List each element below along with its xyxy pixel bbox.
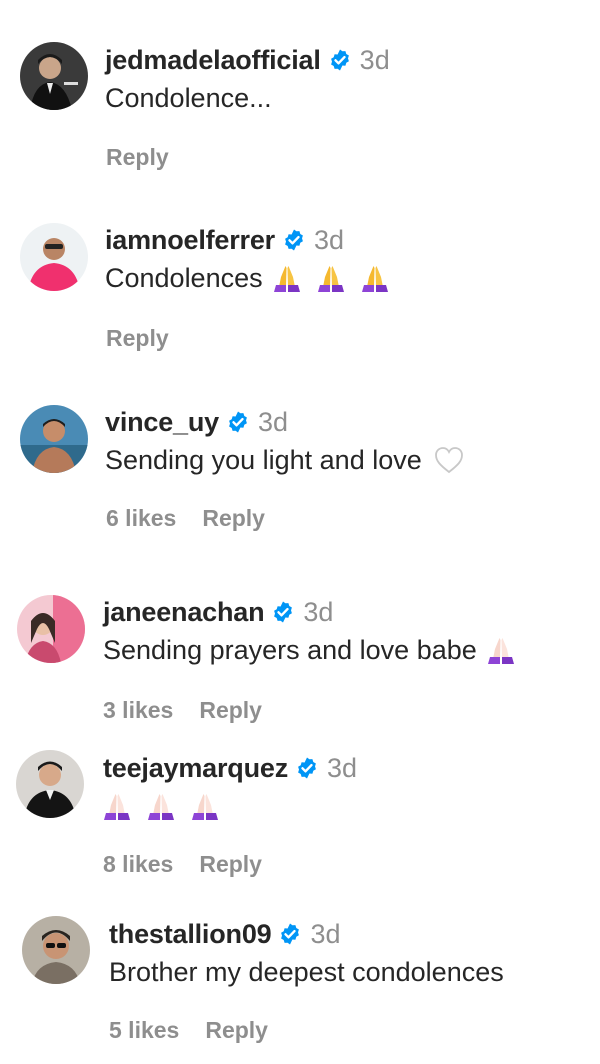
comment-text: Brother my deepest condolences xyxy=(109,956,504,987)
likes-count[interactable]: 3 likes xyxy=(103,697,173,724)
avatar[interactable] xyxy=(22,916,90,984)
comment-item: teejaymarquez 3d 8 likes Reply xyxy=(0,730,600,900)
timestamp: 3d xyxy=(359,44,390,75)
white-heart-icon xyxy=(434,446,464,474)
username[interactable]: vince_uy xyxy=(105,407,219,438)
likes-count[interactable]: 6 likes xyxy=(106,505,176,532)
reply-button[interactable]: Reply xyxy=(202,505,265,532)
verified-badge-icon xyxy=(278,922,302,946)
comment-item: jedmadelaofficial 3d Condolence... Reply xyxy=(0,0,600,180)
timestamp: 3d xyxy=(257,406,289,437)
username[interactable]: iamnoelferrer xyxy=(105,225,275,256)
verified-badge-icon xyxy=(271,600,295,624)
emoji-group xyxy=(273,263,389,293)
timestamp: 3d xyxy=(303,596,334,627)
username[interactable]: teejaymarquez xyxy=(103,753,288,784)
folded-hands-icon xyxy=(361,263,389,293)
username[interactable]: jedmadelaofficial xyxy=(105,45,321,76)
comment-item: iamnoelferrer 3d Condolences Reply xyxy=(0,180,600,360)
comment-text: Condolence... xyxy=(105,82,272,113)
username[interactable]: janeenachan xyxy=(103,597,265,628)
verified-badge-icon xyxy=(226,410,250,434)
reply-button[interactable]: Reply xyxy=(106,325,169,352)
timestamp: 3d xyxy=(313,224,345,255)
comment-text: Sending prayers and love babe xyxy=(103,634,477,665)
verified-badge-icon xyxy=(295,756,319,780)
timestamp: 3d xyxy=(310,918,341,949)
verified-badge-icon xyxy=(282,228,306,252)
avatar[interactable] xyxy=(20,223,88,291)
reply-button[interactable]: Reply xyxy=(205,1017,268,1044)
emoji-group xyxy=(103,791,219,821)
avatar[interactable] xyxy=(20,42,88,110)
reply-button[interactable]: Reply xyxy=(199,851,262,878)
reply-button[interactable]: Reply xyxy=(106,144,169,171)
folded-hands-icon xyxy=(191,791,219,821)
avatar[interactable] xyxy=(17,595,85,663)
comment-item: janeenachan 3d Sending prayers and love … xyxy=(0,550,600,730)
avatar[interactable] xyxy=(16,750,84,818)
comment-item: thestallion09 3d Brother my deepest cond… xyxy=(0,900,600,1064)
folded-hands-icon xyxy=(103,791,131,821)
reply-button[interactable]: Reply xyxy=(199,697,262,724)
likes-count[interactable]: 5 likes xyxy=(109,1017,179,1044)
likes-count[interactable]: 8 likes xyxy=(103,851,173,878)
avatar[interactable] xyxy=(20,405,88,473)
comment-text: Sending you light and love xyxy=(105,444,422,475)
verified-badge-icon xyxy=(328,48,352,72)
folded-hands-icon xyxy=(487,635,515,665)
comment-item: vince_uy 3d Sending you light and love 6… xyxy=(0,360,600,540)
folded-hands-icon xyxy=(317,263,345,293)
timestamp: 3d xyxy=(327,752,358,783)
folded-hands-icon xyxy=(147,791,175,821)
emoji-group xyxy=(487,635,515,665)
folded-hands-icon xyxy=(273,263,301,293)
username[interactable]: thestallion09 xyxy=(109,919,272,950)
comment-text: Condolences xyxy=(105,262,263,293)
